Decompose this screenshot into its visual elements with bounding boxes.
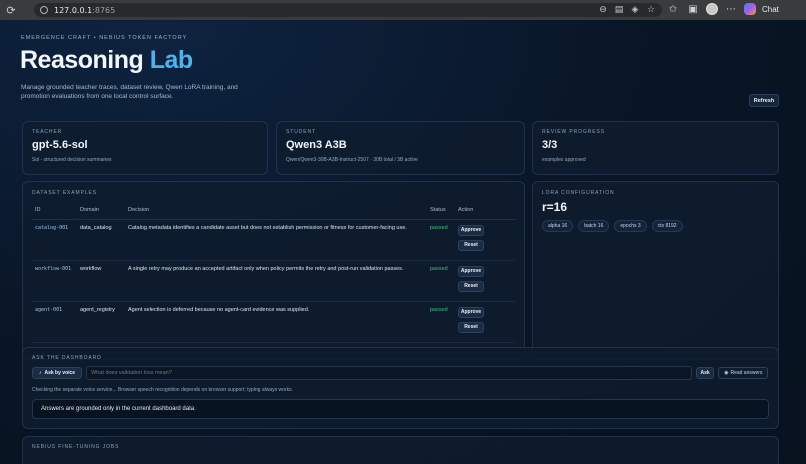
review-progress-card: REVIEW PROGRESS 3/3 examples approved bbox=[532, 121, 779, 175]
ask-label: ASK THE DASHBOARD bbox=[32, 355, 102, 361]
row-actions: Approve Reset bbox=[455, 219, 515, 261]
speaker-icon: ◉ bbox=[724, 370, 729, 376]
chat-button[interactable]: Chat bbox=[762, 5, 779, 14]
collections-icon[interactable]: ▣ bbox=[686, 2, 700, 16]
ask-input[interactable] bbox=[86, 366, 693, 380]
chip-alpha: alpha 16 bbox=[542, 220, 574, 232]
column-header-action: Action bbox=[455, 204, 515, 220]
approve-button[interactable]: Approve bbox=[458, 266, 484, 277]
microphone-icon: ♪ bbox=[39, 370, 42, 376]
ask-button[interactable]: Ask bbox=[696, 367, 715, 379]
row-status: passed bbox=[427, 219, 455, 261]
chip-batch: batch 16 bbox=[578, 220, 610, 232]
teacher-sub: Sol - structured decision summaries bbox=[32, 157, 112, 163]
intro-text: Manage grounded teacher traces, dataset … bbox=[21, 84, 238, 100]
table-row: agent-001 agent_registry Agent selection… bbox=[32, 301, 515, 343]
column-header-decision: Decision bbox=[125, 204, 427, 220]
dataset-table: ID Domain Decision Status Action catalog… bbox=[32, 204, 515, 343]
row-decision: Catalog metadata identifies a candidate … bbox=[125, 219, 427, 261]
column-header-domain: Domain bbox=[77, 204, 125, 220]
reload-icon[interactable]: ⟳ bbox=[4, 3, 18, 17]
teacher-label: TEACHER bbox=[32, 129, 63, 135]
row-status: passed bbox=[427, 260, 455, 302]
voice-status-note: Checking the separate voice service... B… bbox=[32, 387, 293, 393]
reset-button[interactable]: Reset bbox=[458, 240, 484, 251]
lora-rank-value: r=16 bbox=[542, 200, 568, 214]
refresh-button[interactable]: Refresh bbox=[749, 94, 779, 107]
review-value: 3/3 bbox=[542, 139, 558, 151]
review-sub: examples approved bbox=[542, 157, 586, 163]
approve-button[interactable]: Approve bbox=[458, 225, 484, 236]
answer-box: Answers are grounded only in the current… bbox=[32, 399, 769, 419]
url-text[interactable]: 127.0.0.1:8765 bbox=[54, 6, 115, 15]
approve-button[interactable]: Approve bbox=[458, 307, 484, 318]
dashboard-page: EMERGENCE CRAFT • NEBIUS TOKEN FACTORY R… bbox=[0, 20, 806, 464]
favorites-icon[interactable]: ✩ bbox=[666, 2, 680, 16]
copilot-icon[interactable] bbox=[744, 3, 756, 15]
review-label: REVIEW PROGRESS bbox=[542, 129, 605, 135]
student-label: STUDENT bbox=[286, 129, 316, 135]
ask-dashboard-card: ASK THE DASHBOARD ♪Ask by voice Ask ◉Rea… bbox=[22, 347, 779, 429]
browser-toolbar: ⟳ 127.0.0.1:8765 ⊖ ▤ ◈ ☆ ✩ ▣ ⋯ Chat bbox=[0, 0, 806, 20]
extensions-icon[interactable]: ◈ bbox=[630, 4, 640, 14]
profile-avatar[interactable] bbox=[706, 3, 718, 15]
teacher-value: gpt-5.6-sol bbox=[32, 139, 88, 151]
chip-ctx: ctx 8192 bbox=[651, 220, 683, 232]
lora-label: LORA CONFIGURATION bbox=[542, 190, 615, 196]
row-decision: A single retry may produce an accepted a… bbox=[125, 260, 427, 302]
more-menu-icon[interactable]: ⋯ bbox=[724, 2, 738, 16]
address-bar[interactable]: 127.0.0.1:8765 ⊖ ▤ ◈ ☆ bbox=[34, 3, 662, 17]
reader-mode-icon[interactable]: ▤ bbox=[614, 4, 624, 14]
jobs-label: NEBIUS FINE-TUNING JOBS bbox=[32, 444, 120, 450]
row-domain: agent_registry bbox=[77, 301, 125, 343]
row-id: agent-001 bbox=[32, 301, 77, 343]
student-value: Qwen3 A3B bbox=[286, 139, 347, 151]
column-header-id: ID bbox=[32, 204, 77, 220]
dataset-label: DATASET EXAMPLES bbox=[32, 190, 97, 196]
page-title: Reasoning Lab bbox=[20, 46, 193, 74]
student-sub: Qwen/Qwen3-30B-A3B-Instruct-2507 · 30B t… bbox=[286, 157, 418, 163]
table-row: workflow-001 workflow A single retry may… bbox=[32, 260, 515, 302]
reset-button[interactable]: Reset bbox=[458, 281, 484, 292]
chip-epochs: epochs 3 bbox=[614, 220, 647, 232]
fine-tuning-jobs-card: NEBIUS FINE-TUNING JOBS bbox=[22, 436, 779, 464]
dataset-examples-card: DATASET EXAMPLES ID Domain Decision Stat… bbox=[22, 181, 525, 360]
row-actions: Approve Reset bbox=[455, 301, 515, 343]
table-header-row: ID Domain Decision Status Action bbox=[32, 204, 515, 220]
lora-configuration-card: LORA CONFIGURATION r=16 alpha 16 batch 1… bbox=[532, 181, 779, 360]
row-id: workflow-001 bbox=[32, 260, 77, 302]
row-domain: data_catalog bbox=[77, 219, 125, 261]
row-domain: workflow bbox=[77, 260, 125, 302]
lora-chips: alpha 16 batch 16 epochs 3 ctx 8192 bbox=[542, 220, 769, 232]
ask-by-voice-button[interactable]: ♪ Ask by voice bbox=[32, 367, 83, 379]
table-row: catalog-001 data_catalog Catalog metadat… bbox=[32, 219, 515, 261]
eyebrow-text: EMERGENCE CRAFT • NEBIUS TOKEN FACTORY bbox=[21, 35, 188, 41]
site-info-icon[interactable] bbox=[40, 6, 48, 14]
read-answers-toggle[interactable]: ◉ Read answers bbox=[718, 367, 769, 379]
reset-button[interactable]: Reset bbox=[458, 322, 484, 333]
column-header-status: Status bbox=[427, 204, 455, 220]
zoom-icon[interactable]: ⊖ bbox=[598, 4, 608, 14]
student-card: STUDENT Qwen3 A3B Qwen/Qwen3-30B-A3B-Ins… bbox=[276, 121, 525, 175]
row-decision: Agent selection is deferred because no a… bbox=[125, 301, 427, 343]
teacher-card: TEACHER gpt-5.6-sol Sol - structured dec… bbox=[22, 121, 268, 175]
row-status: passed bbox=[427, 301, 455, 343]
favorite-star-icon[interactable]: ☆ bbox=[646, 4, 656, 14]
row-id: catalog-001 bbox=[32, 219, 77, 261]
row-actions: Approve Reset bbox=[455, 260, 515, 302]
